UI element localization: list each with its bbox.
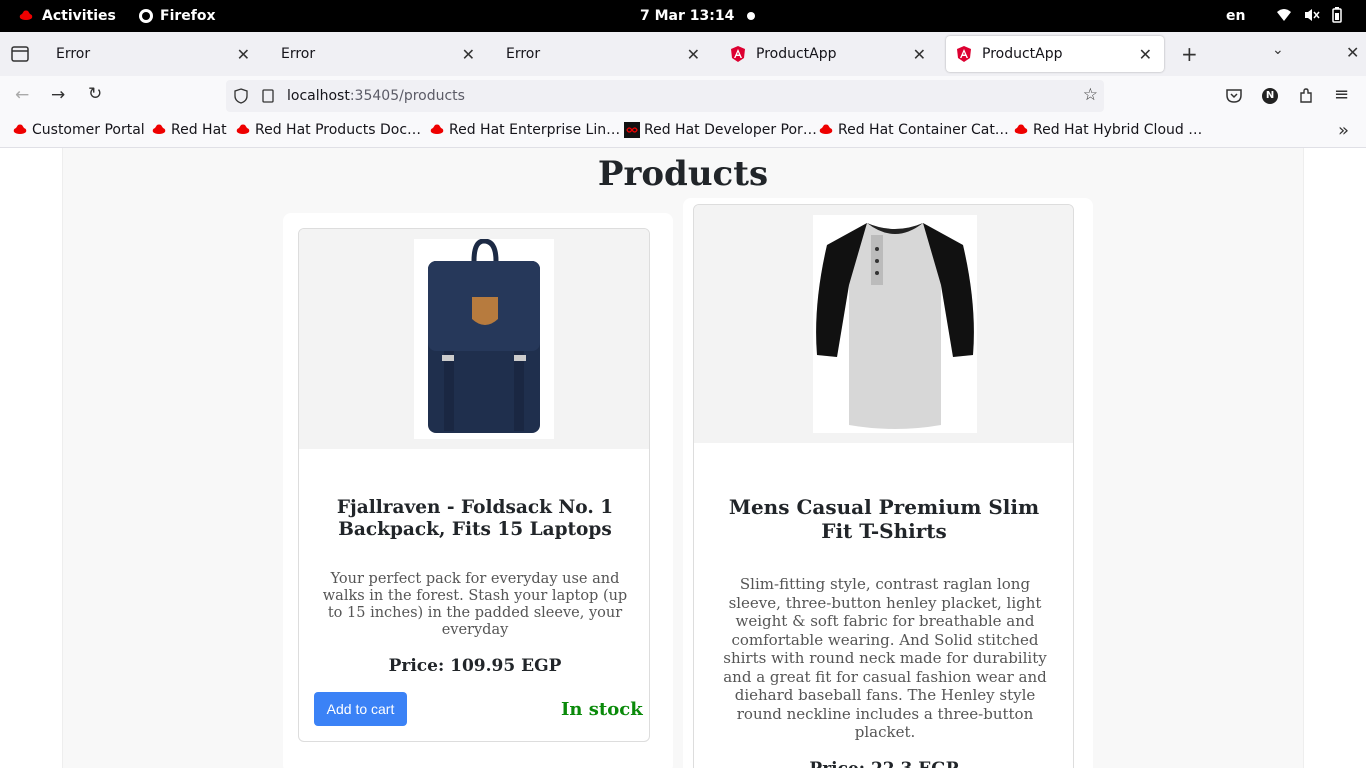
- close-icon[interactable]: ✕: [462, 45, 475, 64]
- backpack-image: [414, 239, 554, 439]
- window-close-icon[interactable]: ✕: [1346, 43, 1359, 62]
- language-indicator[interactable]: en: [1226, 0, 1245, 32]
- app-menu[interactable]: Firefox: [138, 0, 216, 32]
- wifi-icon: [1277, 9, 1291, 21]
- activities-button[interactable]: Activities: [18, 0, 116, 32]
- battery-icon: [1332, 7, 1342, 23]
- product-card: Fjallraven - Foldsack No. 1 Backpack, Fi…: [298, 228, 650, 742]
- product-name: Mens Casual Premium Slim Fit T-Shirts: [728, 495, 1040, 543]
- notification-dot-icon: [747, 12, 755, 20]
- forward-icon[interactable]: →: [51, 85, 65, 105]
- shield-icon[interactable]: [234, 88, 248, 104]
- product-name: Fjallraven - Foldsack No. 1 Backpack, Fi…: [336, 497, 614, 540]
- bookmark-enterprise-linux[interactable]: Red Hat Enterprise Lin…: [429, 122, 620, 138]
- product-image-area: [694, 205, 1073, 443]
- product-image-area: [299, 229, 649, 449]
- angular-icon: [731, 46, 745, 62]
- tab-productapp-1[interactable]: ProductApp ✕: [720, 36, 938, 72]
- redhat-logo-icon: [19, 10, 33, 20]
- extensions-icon[interactable]: [1298, 88, 1314, 104]
- system-top-bar: Activities Firefox 7 Mar 13:14 en: [0, 0, 1366, 32]
- firefox-view-icon[interactable]: [11, 46, 29, 62]
- tab-productapp-active[interactable]: ProductApp ✕: [946, 36, 1164, 72]
- page-viewport: Products Fjallraven - Foldsack No. 1 Bac…: [0, 148, 1366, 768]
- bookmark-label: Red Hat Products Doc…: [255, 122, 422, 138]
- bookmark-red-hat[interactable]: Red Hat: [151, 122, 227, 138]
- bookmark-label: Red Hat Enterprise Lin…: [449, 122, 621, 138]
- tab-bar: Error ✕ Error ✕ Error ✕ ProductApp ✕ Pro…: [0, 32, 1366, 76]
- account-avatar[interactable]: N: [1262, 88, 1278, 104]
- close-icon[interactable]: ✕: [687, 45, 700, 64]
- redhat-icon: [13, 124, 27, 134]
- volume-muted-icon: [1305, 9, 1320, 21]
- bookmarks-overflow-icon[interactable]: »: [1338, 120, 1349, 141]
- hamburger-menu-icon[interactable]: ≡: [1334, 84, 1349, 105]
- redhat-icon: [152, 124, 166, 134]
- new-tab-icon[interactable]: +: [1181, 42, 1198, 66]
- bookmark-hybrid-cloud[interactable]: Red Hat Hybrid Cloud …: [1013, 122, 1202, 138]
- reload-icon[interactable]: ↻: [88, 84, 102, 104]
- product-description: Your perfect pack for everyday use and w…: [322, 571, 628, 638]
- product-price: Price: 109.95 EGP: [388, 656, 562, 676]
- bookmark-label: Red Hat Container Cat…: [838, 122, 1009, 138]
- redhat-icon: [236, 124, 250, 134]
- page-title: Products: [597, 154, 769, 194]
- clock[interactable]: 7 Mar 13:14: [640, 0, 734, 32]
- close-icon[interactable]: ✕: [913, 45, 926, 64]
- add-to-cart-button[interactable]: Add to cart: [314, 692, 407, 726]
- firefox-icon: [139, 9, 153, 23]
- activities-label: Activities: [42, 8, 116, 24]
- tshirt-image: [813, 215, 977, 433]
- address-bar[interactable]: localhost:35405/products ☆: [226, 80, 1104, 112]
- redhat-icon: [1014, 124, 1028, 134]
- stock-status: In stock: [561, 699, 643, 720]
- tab-error-1[interactable]: Error ✕: [44, 36, 262, 72]
- pocket-icon[interactable]: [1226, 88, 1242, 103]
- bookmark-label: Red Hat Hybrid Cloud …: [1033, 122, 1203, 138]
- redhat-icon: [430, 124, 444, 134]
- bookmark-developer-portal[interactable]: Red Hat Developer Por…: [624, 122, 817, 138]
- tab-error-3[interactable]: Error ✕: [494, 36, 712, 72]
- bookmark-products-docs[interactable]: Red Hat Products Doc…: [235, 122, 421, 138]
- system-tray[interactable]: [1276, 7, 1342, 23]
- tab-title: ProductApp: [756, 46, 837, 62]
- product-card: Mens Casual Premium Slim Fit T-Shirts Sl…: [693, 204, 1074, 768]
- url-path: :35405/products: [349, 88, 465, 104]
- tab-title: ProductApp: [982, 46, 1063, 62]
- developer-infinity-icon: [624, 122, 640, 138]
- bookmarks-bar: Customer Portal Red Hat Red Hat Products…: [0, 116, 1366, 148]
- app-label: Firefox: [160, 8, 216, 24]
- page-icon[interactable]: [262, 89, 274, 103]
- angular-icon: [957, 46, 971, 62]
- product-price: Price: 22.3 EGP: [710, 759, 1058, 768]
- bookmark-star-icon[interactable]: ☆: [1083, 85, 1098, 105]
- tab-error-2[interactable]: Error ✕: [269, 36, 487, 72]
- redhat-icon: [819, 124, 833, 134]
- bookmark-label: Customer Portal: [32, 122, 145, 138]
- close-icon[interactable]: ✕: [237, 45, 250, 64]
- back-icon[interactable]: ←: [15, 85, 29, 105]
- tab-title: Error: [281, 46, 316, 62]
- tab-title: Error: [506, 46, 541, 62]
- navigation-bar: ← → ↻ localhost:35405/products ☆ N ≡: [0, 76, 1366, 116]
- url-host: localhost: [287, 88, 350, 104]
- bookmark-label: Red Hat: [171, 122, 227, 138]
- product-description: Slim-fitting style, contrast raglan long…: [723, 575, 1047, 741]
- bookmark-customer-portal[interactable]: Customer Portal: [12, 122, 145, 138]
- bookmark-container-catalog[interactable]: Red Hat Container Cat…: [818, 122, 1009, 138]
- tab-title: Error: [56, 46, 91, 62]
- close-icon[interactable]: ✕: [1139, 45, 1152, 64]
- bookmark-label: Red Hat Developer Por…: [644, 122, 817, 138]
- tab-list-chevron-icon[interactable]: ⌄: [1272, 42, 1284, 58]
